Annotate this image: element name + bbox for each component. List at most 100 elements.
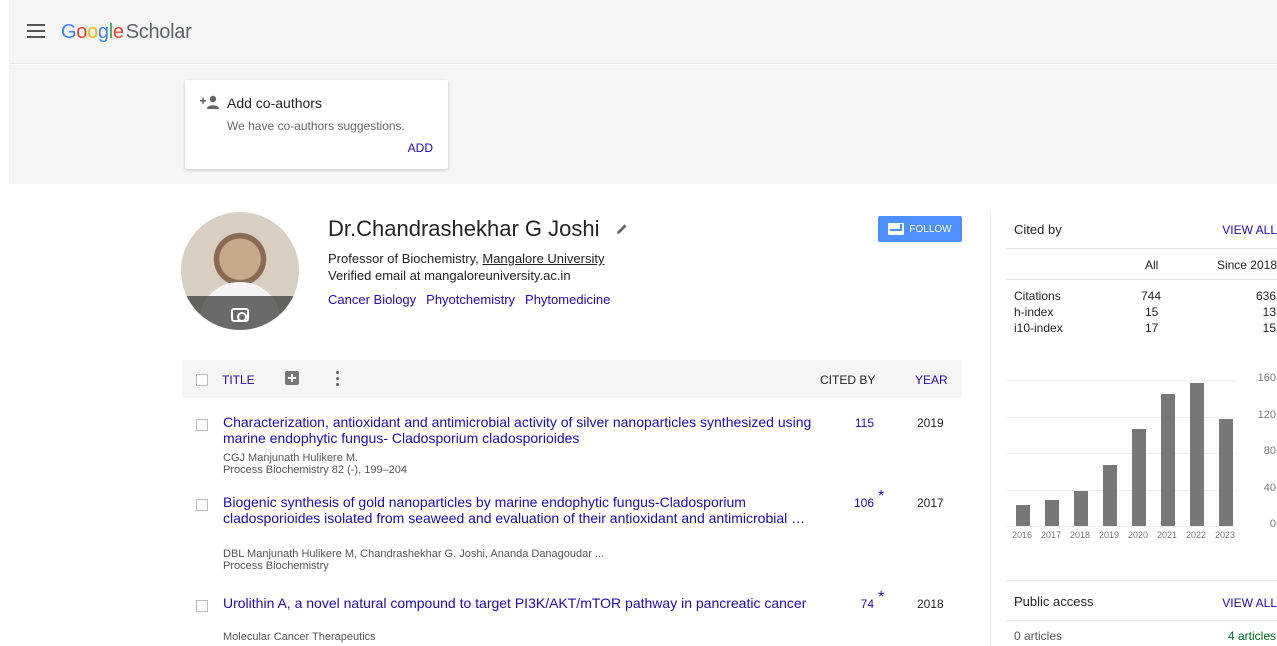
chart-bar[interactable] [1190, 382, 1204, 526]
profile-avatar[interactable] [181, 212, 299, 330]
article-year: 2018 [917, 597, 944, 611]
sort-by-cited[interactable]: CITED BY [820, 373, 875, 387]
article-authors: DBL Manjunath Hulikere M, Chandrashekhar… [223, 548, 605, 560]
row-checkbox[interactable] [196, 499, 208, 511]
sort-by-title[interactable]: TITLE [222, 373, 255, 387]
google-scholar-logo[interactable]: Google Scholar [61, 21, 192, 44]
cited-by-count[interactable]: 115 [822, 416, 874, 430]
article-title[interactable]: Characterization, antioxidant and antimi… [223, 414, 813, 446]
article-title[interactable]: Biogenic synthesis of gold nanoparticles… [223, 494, 813, 526]
coauthor-title: Add co-authors [227, 95, 322, 111]
top-bar: Google Scholar [9, 0, 1277, 64]
stat-all: 744 [1141, 289, 1162, 303]
public-access-title: Public access [1014, 594, 1094, 609]
article-title[interactable]: Urolithin A, a novel natural compound to… [223, 595, 813, 611]
panel-divider [990, 212, 991, 646]
chart-bar[interactable] [1219, 419, 1233, 526]
interest-link[interactable]: Phytomedicine [525, 292, 610, 307]
cited-by-view-all[interactable]: VIEW ALL [1222, 223, 1277, 237]
chart-bar[interactable] [1074, 491, 1088, 526]
logo-scholar-text: Scholar [125, 21, 192, 43]
menu-icon[interactable] [27, 24, 45, 38]
add-person-icon [200, 95, 219, 109]
stat-since: 636 [1255, 289, 1276, 303]
stat-since: 13 [1262, 305, 1276, 319]
not-available-count: 0 articles [1014, 629, 1063, 643]
cited-by-count[interactable]: 106 [822, 496, 874, 510]
y-tick-label: 40 [1263, 481, 1276, 494]
interest-link[interactable]: Cancer Biology [328, 292, 416, 307]
table-row: Characterization, antioxidant and antimi… [182, 414, 962, 484]
stat-since: 15 [1262, 321, 1276, 335]
divider [1006, 580, 1277, 581]
edit-pencil-icon[interactable] [615, 222, 629, 236]
stat-all: 17 [1145, 321, 1159, 335]
merged-star: * [878, 488, 885, 505]
chart-bar[interactable] [1103, 464, 1117, 526]
x-tick-label: 2023 [1215, 530, 1236, 540]
add-article-icon[interactable] [285, 371, 299, 385]
stat-all: 15 [1145, 305, 1159, 319]
follow-button[interactable]: FOLLOW [878, 216, 962, 242]
change-photo-bar[interactable] [181, 296, 299, 330]
coauthor-subtitle: We have co-authors suggestions. [227, 119, 405, 133]
chart-bar[interactable] [1132, 429, 1146, 526]
public-access-view-all[interactable]: VIEW ALL [1222, 596, 1277, 610]
available-count[interactable]: 4 articles [1228, 629, 1276, 643]
stat-label: Citations [1014, 289, 1061, 303]
merged-star: * [878, 589, 885, 606]
profile-interests: Cancer Biology Phyotchemistry Phytomedicin… [328, 292, 620, 307]
y-tick-label: 80 [1263, 445, 1276, 457]
profile-name: Dr.Chandrashekhar G Joshi [328, 216, 600, 241]
mail-icon [888, 223, 905, 235]
profile-email: Verified email at mangaloreuniversity.ac… [328, 268, 571, 283]
affiliation-link[interactable]: Mangalore University [482, 251, 604, 266]
sort-by-year[interactable]: YEAR [915, 373, 948, 387]
y-tick-label: 160 [1257, 372, 1276, 384]
table-row: Biogenic synthesis of gold nanoparticles… [182, 488, 962, 578]
logo-letter: G [61, 21, 77, 43]
chart-bar[interactable] [1016, 505, 1030, 526]
interest-link[interactable]: Phyotchemistry [426, 292, 515, 307]
article-authors: CGJ Manjunath Hulikere M. [223, 452, 359, 464]
affiliation-text: Professor of Biochemistry, [328, 251, 483, 266]
article-venue: Molecular Cancer Therapeutics [223, 631, 376, 643]
x-tick-label: 2021 [1157, 530, 1178, 540]
col-since: Since 2018 [1216, 258, 1277, 272]
add-coauthors-button[interactable]: ADD [408, 141, 433, 155]
divider [1006, 620, 1277, 621]
article-year: 2017 [917, 496, 944, 510]
article-year: 2019 [917, 416, 944, 430]
stat-label: i10-index [1014, 321, 1063, 335]
row-checkbox[interactable] [196, 419, 208, 431]
logo-letter: e [112, 21, 124, 43]
articles-table-header: TITLE CITED BY YEAR [182, 360, 962, 398]
x-tick-label: 2019 [1099, 530, 1120, 540]
more-vert-icon[interactable] [336, 371, 340, 387]
citations-per-year-chart: 0 40 80 120 160 2016 2017 2018 2019 2020 2021 2022 2… [1006, 370, 1277, 550]
stat-label: h-index [1014, 305, 1054, 319]
select-all-checkbox[interactable] [196, 374, 208, 386]
logo-letter: g [97, 21, 109, 43]
cited-by-header: Cited by VIEW ALL [1006, 222, 1277, 242]
add-photo-icon[interactable] [231, 308, 249, 322]
coauthor-card: Add co-authors We have co-authors sugges… [185, 80, 448, 169]
chart-gridline [1006, 380, 1236, 381]
divider [1006, 279, 1277, 280]
cited-by-title: Cited by [1014, 222, 1062, 237]
logo-letter: o [76, 21, 88, 43]
article-venue: Process Biochemistry [223, 560, 329, 572]
chart-bar[interactable] [1045, 499, 1059, 526]
col-all: All [1145, 258, 1159, 272]
article-venue: Process Biochemistry 82 (-), 199–204 [223, 464, 408, 476]
cited-by-count[interactable]: 74 [822, 597, 874, 611]
chart-bar[interactable] [1161, 393, 1175, 526]
table-row: Urolithin A, a novel natural compound to… [182, 589, 962, 645]
y-tick-label: 0 [1269, 518, 1276, 530]
chart-gridline [1006, 526, 1236, 527]
x-tick-label: 2017 [1041, 530, 1062, 540]
y-tick-label: 120 [1257, 408, 1276, 421]
logo-letter: o [87, 21, 98, 43]
divider [1006, 248, 1277, 249]
row-checkbox[interactable] [196, 600, 208, 612]
